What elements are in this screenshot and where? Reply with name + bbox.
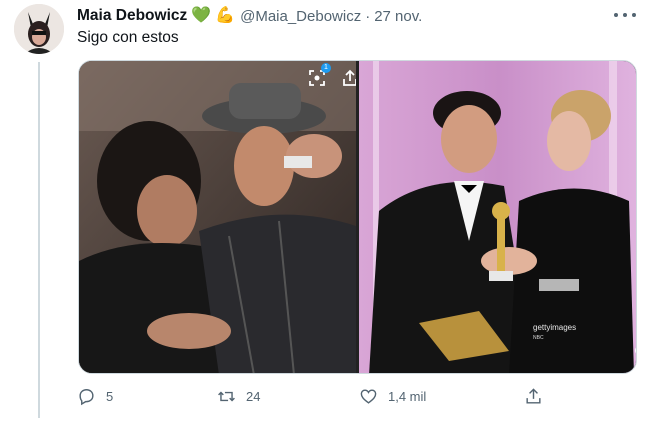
share-icon[interactable] <box>341 69 356 87</box>
separator-dot: · <box>365 7 371 25</box>
heart-icon <box>360 388 377 404</box>
tweet-header: Maia Debowicz 💚 💪 @Maia_Debowicz · 27 no… <box>77 5 422 27</box>
like-button[interactable]: 1,4 mil <box>359 386 426 406</box>
tweet-date[interactable]: 27 nov. <box>374 8 422 25</box>
more-dot-icon <box>614 13 618 17</box>
thread-line <box>38 62 40 418</box>
avatar-image <box>14 4 64 54</box>
flexed-biceps-icon: 💪 <box>215 7 236 24</box>
photo-award <box>359 61 636 373</box>
reply-count: 5 <box>106 388 114 404</box>
action-bar: 5 24 1,4 mil <box>77 386 637 406</box>
getty-watermark: gettyimages <box>533 323 577 332</box>
author-name[interactable]: Maia Debowicz <box>77 7 187 25</box>
more-dot-icon <box>623 13 627 17</box>
retweet-count: 24 <box>246 388 261 404</box>
retweet-button[interactable]: 24 <box>217 386 260 406</box>
share-tweet-icon <box>526 387 541 404</box>
more-dot-icon <box>632 13 636 17</box>
photo-left[interactable]: 1 <box>79 61 356 373</box>
like-count: 1,4 mil <box>388 388 427 404</box>
tweet-text: Sigo con estos <box>77 29 179 46</box>
author-handle[interactable]: @Maia_Debowicz <box>240 8 361 25</box>
reply-button[interactable]: 5 <box>77 386 113 406</box>
avatar[interactable] <box>14 4 64 54</box>
watermark-dot <box>635 346 636 355</box>
green-heart-icon: 💚 <box>191 7 212 24</box>
photo-right[interactable] <box>359 61 636 373</box>
retweet-icon <box>218 391 235 401</box>
getty-credit: NBC <box>533 335 544 341</box>
more-options-button[interactable] <box>614 8 636 22</box>
photo-embrace <box>79 61 356 373</box>
media-grid[interactable]: 1 gettyimages NBC <box>78 60 637 374</box>
share-button[interactable] <box>524 386 553 406</box>
notification-badge: 1 <box>321 63 331 73</box>
reply-icon <box>79 388 94 405</box>
